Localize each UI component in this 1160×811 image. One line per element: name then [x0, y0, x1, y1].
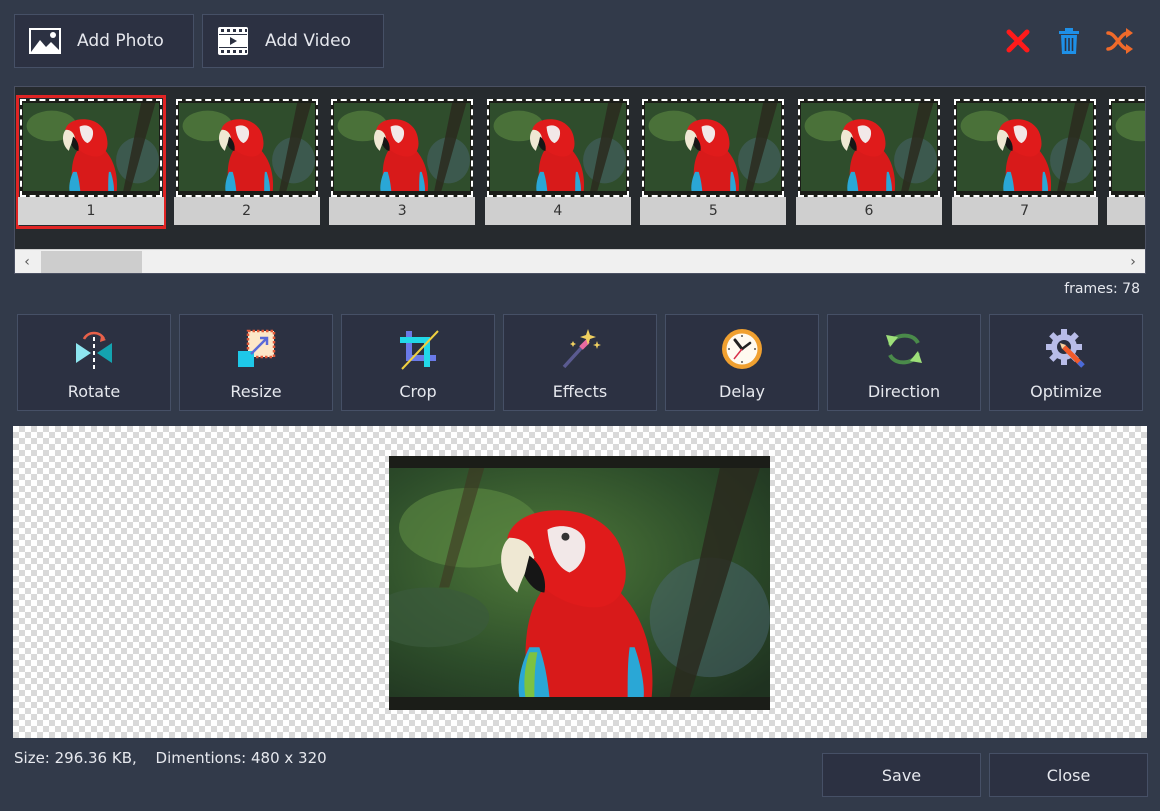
horizontal-scrollbar[interactable]: ‹ ›	[15, 249, 1145, 273]
frame-thumbnail	[798, 99, 940, 197]
close-button[interactable]: Close	[989, 753, 1148, 797]
add-photo-label: Add Photo	[77, 31, 164, 51]
clock-icon	[720, 327, 764, 371]
file-size: Size: 296.36 KB,	[14, 749, 137, 767]
parrot-image	[956, 103, 1093, 191]
parrot-image	[1112, 103, 1145, 191]
image-icon	[29, 27, 61, 55]
shuffle-icon[interactable]	[1105, 26, 1135, 56]
frame-number: 2	[173, 197, 320, 225]
preview-canvas	[13, 426, 1147, 738]
parrot-image	[389, 468, 770, 697]
tool-label: Optimize	[1030, 382, 1102, 401]
parrot-image	[334, 103, 471, 191]
frame-item[interactable]: 8	[1107, 97, 1145, 227]
save-button[interactable]: Save	[822, 753, 981, 797]
frame-thumbnail	[331, 99, 474, 197]
tool-label: Effects	[552, 382, 608, 401]
frame-item[interactable]: 3	[329, 97, 476, 227]
frame-item[interactable]: 6	[796, 97, 942, 227]
frames-count: frames: 78	[1064, 281, 1140, 297]
tool-label: Direction	[867, 382, 941, 401]
dimensions: Dimentions: 480 x 320	[155, 749, 327, 767]
parrot-image	[645, 103, 782, 191]
chevron-left-icon[interactable]: ‹	[15, 250, 39, 273]
refresh-arrows-icon	[882, 327, 926, 371]
parrot-image	[489, 103, 626, 191]
frame-item[interactable]: 1	[16, 95, 166, 229]
frame-thumbnail	[1109, 99, 1145, 197]
frame-thumbnail	[20, 99, 162, 197]
frame-number: 1	[18, 197, 164, 225]
gear-pencil-icon	[1044, 327, 1088, 371]
tool-delay-button[interactable]: Delay	[665, 314, 819, 411]
magic-wand-icon	[558, 327, 602, 371]
parrot-image	[23, 103, 159, 191]
frame-thumbnail	[175, 99, 318, 197]
trash-icon[interactable]	[1054, 26, 1084, 56]
tool-rotate-button[interactable]: Rotate	[17, 314, 171, 411]
frames-strip: 12345678 ‹ ›	[14, 86, 1146, 274]
rotate-flip-icon	[72, 327, 116, 371]
frame-number: 6	[796, 197, 942, 225]
tool-label: Delay	[719, 382, 765, 401]
frame-item[interactable]: 5	[640, 97, 787, 227]
frame-number: 4	[484, 197, 631, 225]
frame-number: 3	[329, 197, 476, 225]
status-bar: Size: 296.36 KB, Dimentions: 480 x 320	[14, 749, 341, 767]
frame-number: 7	[951, 197, 1098, 225]
film-icon	[217, 27, 249, 55]
scrollbar-thumb[interactable]	[41, 251, 142, 273]
tool-label: Crop	[399, 382, 437, 401]
add-photo-button[interactable]: Add Photo	[14, 14, 194, 68]
chevron-right-icon[interactable]: ›	[1121, 250, 1145, 273]
add-video-button[interactable]: Add Video	[202, 14, 384, 68]
parrot-image	[801, 103, 937, 191]
parrot-image	[178, 103, 315, 191]
tool-effects-button[interactable]: Effects	[503, 314, 657, 411]
tool-optimize-button[interactable]: Optimize	[989, 314, 1143, 411]
resize-icon	[234, 327, 278, 371]
add-video-label: Add Video	[265, 31, 351, 51]
tool-crop-button[interactable]: Crop	[341, 314, 495, 411]
frame-item[interactable]: 2	[173, 97, 320, 227]
frame-number: 8	[1107, 197, 1145, 225]
preview-image	[389, 456, 770, 710]
frame-item[interactable]: 7	[951, 97, 1098, 227]
frame-thumbnail	[486, 99, 629, 197]
frame-thumbnail	[953, 99, 1096, 197]
crop-icon	[396, 327, 440, 371]
tool-label: Rotate	[67, 382, 121, 401]
tool-resize-button[interactable]: Resize	[179, 314, 333, 411]
tool-direction-button[interactable]: Direction	[827, 314, 981, 411]
frame-item[interactable]: 4	[484, 97, 631, 227]
frame-thumbnail	[642, 99, 785, 197]
frame-number: 5	[640, 197, 787, 225]
tool-label: Resize	[230, 382, 282, 401]
remove-icon[interactable]	[1003, 26, 1033, 56]
